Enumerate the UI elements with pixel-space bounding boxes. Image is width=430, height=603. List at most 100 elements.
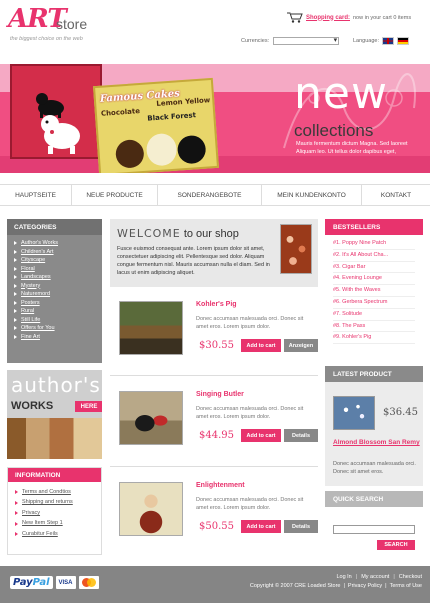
footer-bottom: Copyright © 2007 CRE Loaded Store | Priv… [249, 583, 422, 589]
shopping-cart-link[interactable]: Shopping card: [306, 15, 350, 21]
information-link[interactable]: New Item Step 1 [15, 518, 94, 528]
bestseller-link[interactable]: #9. Kohler's Pig [333, 332, 415, 345]
product-description: Donec accumsan malesuada orci. Donec sit… [196, 406, 304, 421]
nav-kontakt[interactable]: KONTAKT [362, 185, 430, 205]
paypal-icon: PayPal [10, 576, 53, 589]
bestsellers-list: #1. Poppy Nine Patch #2. It's All About … [325, 235, 423, 347]
category-link[interactable]: Naturemord [14, 290, 95, 299]
add-to-cart-button[interactable]: Add to cart [241, 429, 281, 442]
authors-painting-image [7, 418, 102, 459]
banner-headline: new [294, 68, 388, 119]
checkout-link[interactable]: Checkout [399, 574, 422, 580]
nav-neue-producte[interactable]: NEUE PRODUCTE [72, 185, 158, 205]
quick-search-box: QUICK SEARCH SEARCH [325, 491, 423, 556]
hero-banner[interactable]: Famous Cakes Chocolate Lemon Yellow Blac… [0, 64, 430, 173]
bestseller-link[interactable]: #5. With the Waves [333, 285, 415, 297]
information-link[interactable]: Privacy [15, 508, 94, 518]
welcome-painting-image [280, 224, 312, 274]
latest-product-name[interactable]: Almond Blossom San Remy [333, 438, 421, 447]
visa-icon: VISA [55, 576, 76, 589]
search-button[interactable]: SEARCH [377, 540, 415, 550]
site-header: ART store the biggest choice on the web … [0, 0, 430, 62]
product-card: Kohler's Pig Donec accumsan malesuada or… [110, 296, 318, 376]
latest-product-box: LATEST PRODUCT $36.45 Almond Blossom San… [325, 366, 423, 486]
arrow-icon [15, 531, 18, 536]
arrow-icon [15, 521, 18, 526]
payment-methods: PayPal VISA [10, 576, 99, 589]
my-account-link[interactable]: My account [361, 574, 389, 580]
bestsellers-title: BESTSELLERS [325, 219, 423, 235]
bestseller-link[interactable]: #8. The Pass [333, 321, 415, 333]
product-image[interactable] [119, 482, 183, 536]
latest-product-image[interactable] [333, 396, 375, 430]
categories-box: CATEGORIES Author's Works Children's Art… [7, 219, 102, 363]
bestseller-link[interactable]: #1. Poppy Nine Patch [333, 238, 415, 250]
bestseller-link[interactable]: #3. Cigar Bar [333, 262, 415, 274]
terms-of-use-link[interactable]: Terms of Use [390, 583, 422, 589]
details-button[interactable]: Anzeigen [284, 339, 318, 352]
authors-works-banner[interactable]: author's WORKS HERE [7, 370, 102, 459]
details-button[interactable]: Details [284, 429, 318, 442]
information-link[interactable]: Curabitur Feils [15, 529, 94, 539]
quick-search-title: QUICK SEARCH [325, 491, 423, 507]
arrow-icon [14, 334, 17, 339]
product-name[interactable]: Singing Butler [196, 391, 244, 398]
category-link[interactable]: Still Life [14, 316, 95, 325]
product-name[interactable]: Enlightenment [196, 482, 245, 489]
categories-title: CATEGORIES [7, 219, 102, 235]
category-link[interactable]: Rural [14, 307, 95, 316]
category-link[interactable]: Children's Art [14, 248, 95, 257]
search-input[interactable] [333, 525, 415, 534]
category-link[interactable]: Mystery [14, 282, 95, 291]
product-price: $30.55 [199, 340, 234, 351]
nav-sonderangebote[interactable]: SONDERANGEBOTE [158, 185, 262, 205]
uk-flag-icon[interactable] [382, 37, 394, 45]
add-to-cart-button[interactable]: Add to cart [241, 520, 281, 533]
details-button[interactable]: Details [284, 520, 318, 533]
currency-dropdown[interactable] [273, 36, 340, 45]
information-link[interactable]: Terms and Condtios [15, 487, 94, 497]
category-link[interactable]: Cityscape [14, 256, 95, 265]
mastercard-icon [78, 576, 99, 589]
white-dog-icon [41, 115, 80, 154]
welcome-box: WELCOME to our shop Fusce euismod conseq… [110, 219, 318, 287]
authors-here-button[interactable]: HERE [75, 401, 102, 412]
bestseller-link[interactable]: #6. Gerbera Spectrum [333, 297, 415, 309]
nav-mein-kundenkonto[interactable]: MEIN KUNDENKONTO [262, 185, 362, 205]
arrow-icon [14, 258, 17, 263]
privacy-policy-link[interactable]: Privacy Policy [348, 583, 382, 589]
category-link[interactable]: Fine Art [14, 333, 95, 342]
product-card: Singing Butler Donec accumsan malesuada … [110, 386, 318, 466]
nav-hauptseite[interactable]: HAUPTSEITE [0, 185, 72, 205]
information-title: INFORMATION [8, 468, 101, 482]
category-link[interactable]: Author's Works [14, 239, 95, 248]
product-image[interactable] [119, 391, 183, 445]
arrow-icon [15, 511, 18, 516]
bestseller-link[interactable]: #2. It's All About Cha... [333, 250, 415, 262]
arrow-icon [14, 300, 17, 305]
add-to-cart-button[interactable]: Add to cart [241, 339, 281, 352]
information-link[interactable]: Shipping and returns [15, 497, 94, 507]
bestseller-link[interactable]: #7. Solitude [333, 309, 415, 321]
latest-product-title: LATEST PRODUCT [325, 366, 423, 382]
site-logo[interactable]: ART store the biggest choice on the web [8, 6, 87, 42]
german-flag-icon[interactable] [397, 37, 409, 45]
login-link[interactable]: Log In [336, 574, 351, 580]
arrow-icon [14, 326, 17, 331]
arrow-icon [14, 317, 17, 322]
information-list: Terms and Condtios Shipping and returns … [8, 482, 101, 544]
product-name[interactable]: Kohler's Pig [196, 301, 237, 308]
cart-icon[interactable] [287, 12, 303, 23]
category-link[interactable]: Posters [14, 299, 95, 308]
poster-chocolate: Chocolate [100, 107, 141, 118]
logo-store: store [56, 16, 88, 32]
welcome-text: Fusce euismod consequat ante. Lorem ipsu… [117, 246, 270, 276]
bestseller-link[interactable]: #4. Evening Lounge [333, 273, 415, 286]
product-image[interactable] [119, 301, 183, 355]
product-description: Donec accumsan malesuada orci. Donec sit… [196, 497, 304, 512]
welcome-rest: to our shop [183, 228, 239, 240]
category-link[interactable]: Offers for You [14, 324, 95, 333]
category-link[interactable]: Floral [14, 265, 95, 274]
welcome-word: WELCOME [117, 227, 181, 240]
category-link[interactable]: Landscapes [14, 273, 95, 282]
